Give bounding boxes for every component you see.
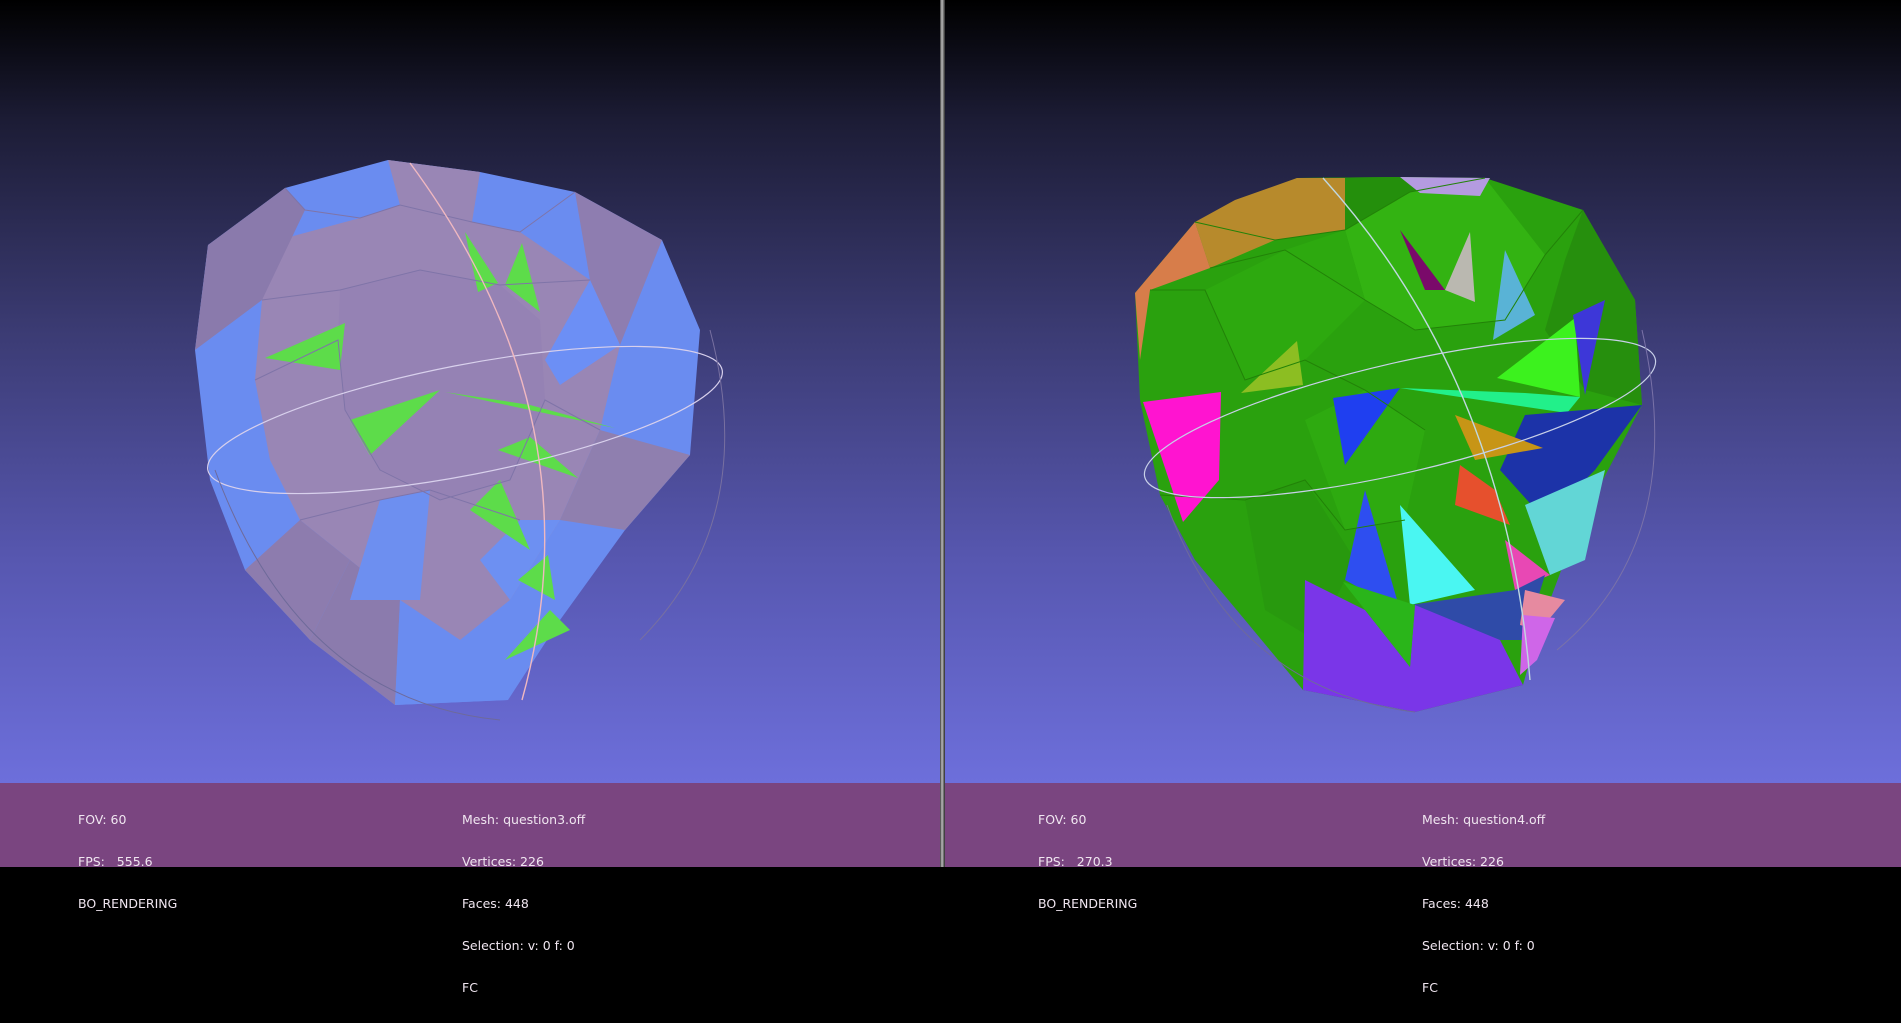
mesh-canvas-right[interactable] bbox=[945, 0, 1901, 783]
mesh-face-violet bbox=[1520, 615, 1555, 675]
render-mode-label: BO_RENDERING bbox=[1038, 896, 1138, 911]
mesh-name-label: Mesh: question4.off bbox=[1422, 812, 1546, 827]
fov-label: FOV: 60 bbox=[78, 812, 127, 827]
faces-label: Faces: 448 bbox=[1422, 896, 1489, 911]
color-mode-label: FC bbox=[462, 980, 478, 995]
selection-label: Selection: v: 0 f: 0 bbox=[1422, 938, 1535, 953]
render-mode-label: BO_RENDERING bbox=[78, 896, 178, 911]
mesh-canvas-left[interactable] bbox=[0, 0, 940, 783]
color-mode-label: FC bbox=[1422, 980, 1438, 995]
viewport-splitter-footer[interactable] bbox=[940, 783, 945, 867]
mesh-model-right[interactable] bbox=[1135, 177, 1642, 712]
render-info-right: FOV: 60 FPS: 270.3 BO_RENDERING bbox=[1038, 785, 1137, 939]
mesh-name-label: Mesh: question3.off bbox=[462, 812, 586, 827]
mesh-model-left[interactable] bbox=[195, 160, 700, 705]
mesh-info-right: Mesh: question4.off Vertices: 226 Faces:… bbox=[1422, 785, 1545, 1023]
info-bar: FOV: 60 FPS: 555.6 BO_RENDERING Mesh: qu… bbox=[0, 783, 1901, 995]
selection-label: Selection: v: 0 f: 0 bbox=[462, 938, 575, 953]
fov-label: FOV: 60 bbox=[1038, 812, 1087, 827]
render-info-left: FOV: 60 FPS: 555.6 BO_RENDERING bbox=[78, 785, 177, 939]
left-viewport[interactable] bbox=[0, 0, 940, 867]
faces-label: Faces: 448 bbox=[462, 896, 529, 911]
mesh-info-left: Mesh: question3.off Vertices: 226 Faces:… bbox=[462, 785, 585, 1023]
right-viewport[interactable] bbox=[945, 0, 1901, 867]
